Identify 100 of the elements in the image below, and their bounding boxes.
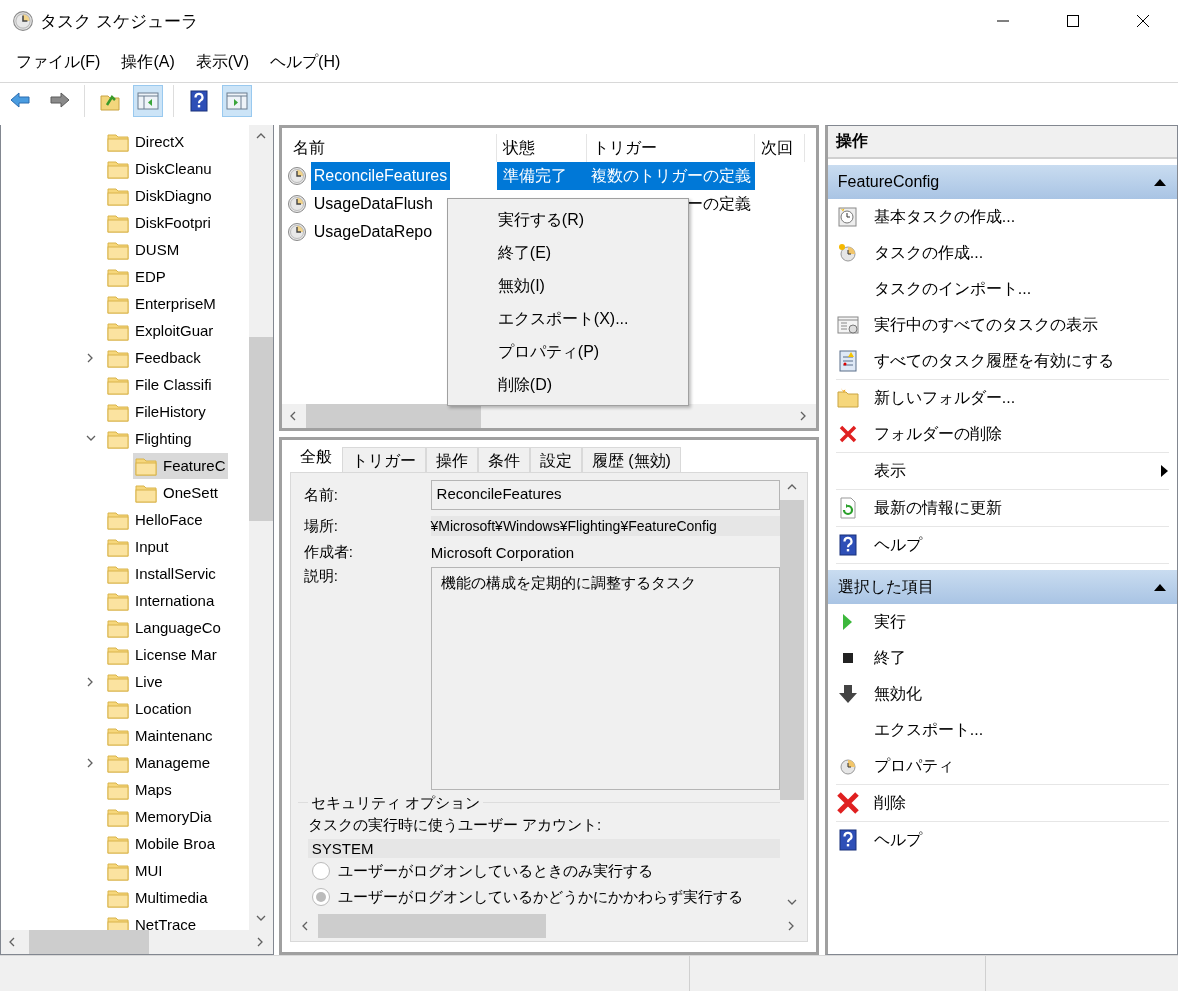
tree-item[interactable]: Mobile Broa xyxy=(105,830,218,857)
tree-item[interactable]: License Mar xyxy=(105,641,219,668)
action-item[interactable]: フォルダーの削除 xyxy=(835,416,1169,452)
tree-item[interactable]: Multimedia xyxy=(105,884,210,911)
context-menu-item[interactable]: 実行する(R) xyxy=(447,204,688,237)
task-name[interactable]: ReconcileFeatures xyxy=(310,162,451,190)
column-header[interactable]: 次回 xyxy=(754,134,805,162)
tree-item[interactable]: MUI xyxy=(105,857,165,884)
tree-item[interactable]: DirectX xyxy=(105,128,187,155)
radio-button[interactable] xyxy=(311,888,330,906)
tree-item[interactable]: Maintenanc xyxy=(105,722,215,749)
action-item[interactable]: 基本タスクの作成... xyxy=(835,199,1169,235)
tree-item[interactable]: DUSM xyxy=(105,236,182,263)
minimize-icon[interactable] xyxy=(996,20,1010,22)
folder-icon xyxy=(107,428,129,449)
action-item[interactable]: 実行 xyxy=(835,604,1169,640)
radio-label[interactable]: ユーザーがログオンしているかどうかにかかわらず実行する xyxy=(337,887,743,907)
action-item[interactable]: 削除 xyxy=(835,785,1169,821)
tree-item[interactable]: DiskDiagno xyxy=(105,182,214,209)
tree-item[interactable]: EnterpriseM xyxy=(105,290,218,317)
radio-label[interactable]: ユーザーがログオンしているときのみ実行する xyxy=(337,861,653,881)
tree-item[interactable]: DiskFootpri xyxy=(105,209,213,236)
collapse-icon[interactable] xyxy=(1153,582,1167,592)
task-status: 準備完了 xyxy=(496,162,587,190)
tree-item[interactable]: Location xyxy=(105,695,194,722)
task-name[interactable]: UsageDataRepo xyxy=(310,221,436,243)
tab[interactable]: 操作 xyxy=(425,447,478,472)
action-item[interactable]: ヘルプ xyxy=(835,822,1169,858)
action-item[interactable]: エクスポート... xyxy=(835,712,1169,748)
action-item[interactable]: すべてのタスク履歴を有効にする xyxy=(835,343,1169,379)
context-menu-item[interactable]: 終了(E) xyxy=(447,237,688,270)
tree-item[interactable]: MemoryDia xyxy=(105,803,214,830)
task-trigger: 複数のトリガーの定義 xyxy=(586,162,755,190)
tree-item[interactable]: Manageme xyxy=(105,749,213,776)
vertical-scrollbar[interactable] xyxy=(248,125,273,930)
maximize-icon[interactable] xyxy=(1066,14,1080,28)
tree-item[interactable]: File Classifi xyxy=(105,371,214,398)
tab[interactable]: 設定 xyxy=(529,447,582,472)
action-item[interactable]: タスクの作成... xyxy=(835,235,1169,271)
close-icon[interactable] xyxy=(1136,14,1150,28)
action-item[interactable]: 表示 xyxy=(835,453,1169,489)
folder-icon xyxy=(107,617,129,638)
tree-item[interactable]: Flighting xyxy=(105,425,194,452)
collapse-icon[interactable] xyxy=(1153,177,1167,187)
tree-item[interactable]: Input xyxy=(105,533,171,560)
task-name[interactable]: UsageDataFlush xyxy=(310,193,436,215)
task-clock-icon[interactable] xyxy=(835,205,860,229)
scrollbar-thumb[interactable] xyxy=(29,930,149,954)
name-field[interactable]: ReconcileFeatures xyxy=(430,480,780,510)
tab[interactable]: 履歴 (無効) xyxy=(581,447,681,472)
scrollbar-thumb[interactable] xyxy=(317,914,546,938)
tree-item[interactable]: ExploitGuar xyxy=(105,317,216,344)
tree-item[interactable]: LanguageCo xyxy=(105,614,223,641)
field-label: 場所: xyxy=(303,516,339,536)
tree-item[interactable]: InstallServic xyxy=(105,560,218,587)
radio-button[interactable] xyxy=(311,862,330,880)
folder-icon xyxy=(107,671,129,692)
action-item[interactable]: タスクのインポート... xyxy=(835,271,1169,307)
stop-icon[interactable] xyxy=(840,651,855,665)
menu-item[interactable]: ヘルプ(H) xyxy=(262,47,349,77)
context-menu-item[interactable]: 削除(D) xyxy=(447,369,688,402)
tree-item[interactable]: FeatureC xyxy=(133,452,228,479)
tree-item[interactable]: EDP xyxy=(105,263,168,290)
scrollbar-thumb[interactable] xyxy=(779,500,804,800)
action-item[interactable]: ヘルプ xyxy=(835,527,1169,563)
action-item[interactable]: 無効化 xyxy=(835,676,1169,712)
folder-icon xyxy=(107,806,129,827)
tree-item[interactable]: Maps xyxy=(105,776,174,803)
context-menu-item[interactable]: エクスポート(X)... xyxy=(447,303,688,336)
delete-icon[interactable] xyxy=(835,791,860,815)
task-list-icon[interactable] xyxy=(835,313,860,337)
section-header[interactable]: FeatureConfig xyxy=(827,165,1177,199)
context-menu-item[interactable]: 無効(I) xyxy=(447,270,688,303)
action-item[interactable]: 終了 xyxy=(835,640,1169,676)
console-tree-button[interactable] xyxy=(133,85,163,117)
action-item[interactable]: 実行中のすべてのタスクの表示 xyxy=(835,307,1169,343)
horizontal-scrollbar[interactable] xyxy=(1,930,273,954)
action-item[interactable]: プロパティ xyxy=(835,748,1169,784)
menu-item[interactable]: 表示(V) xyxy=(187,47,258,77)
section-header[interactable]: 選択した項目 xyxy=(827,570,1177,604)
tab[interactable]: トリガー xyxy=(341,447,426,472)
action-item[interactable]: 最新の情報に更新 xyxy=(835,490,1169,526)
tree-item[interactable]: Live xyxy=(105,668,165,695)
context-menu-item[interactable]: プロパティ(P) xyxy=(447,336,688,369)
tree-item[interactable]: Internationa xyxy=(105,587,217,614)
horizontal-scrollbar[interactable] xyxy=(281,404,816,428)
action-pane-button[interactable] xyxy=(222,85,252,117)
scrollbar-thumb[interactable] xyxy=(305,404,481,428)
tree-item[interactable]: Feedback xyxy=(105,344,203,371)
tree-item[interactable]: FileHistory xyxy=(105,398,208,425)
tree-item[interactable]: OneSett xyxy=(133,479,221,506)
tree-item[interactable]: HelloFace xyxy=(105,506,205,533)
tab[interactable]: 条件 xyxy=(477,447,530,472)
scrollbar-thumb[interactable] xyxy=(248,337,273,521)
folder-icon xyxy=(107,536,129,557)
tree-item[interactable]: DiskCleanu xyxy=(105,155,214,182)
menu-item[interactable]: ファイル(F) xyxy=(8,47,109,77)
menu-item[interactable]: 操作(A) xyxy=(113,47,183,77)
action-item[interactable]: 新しいフォルダー... xyxy=(835,380,1169,416)
description-field[interactable]: 機能の構成を定期的に調整するタスク xyxy=(430,567,780,790)
